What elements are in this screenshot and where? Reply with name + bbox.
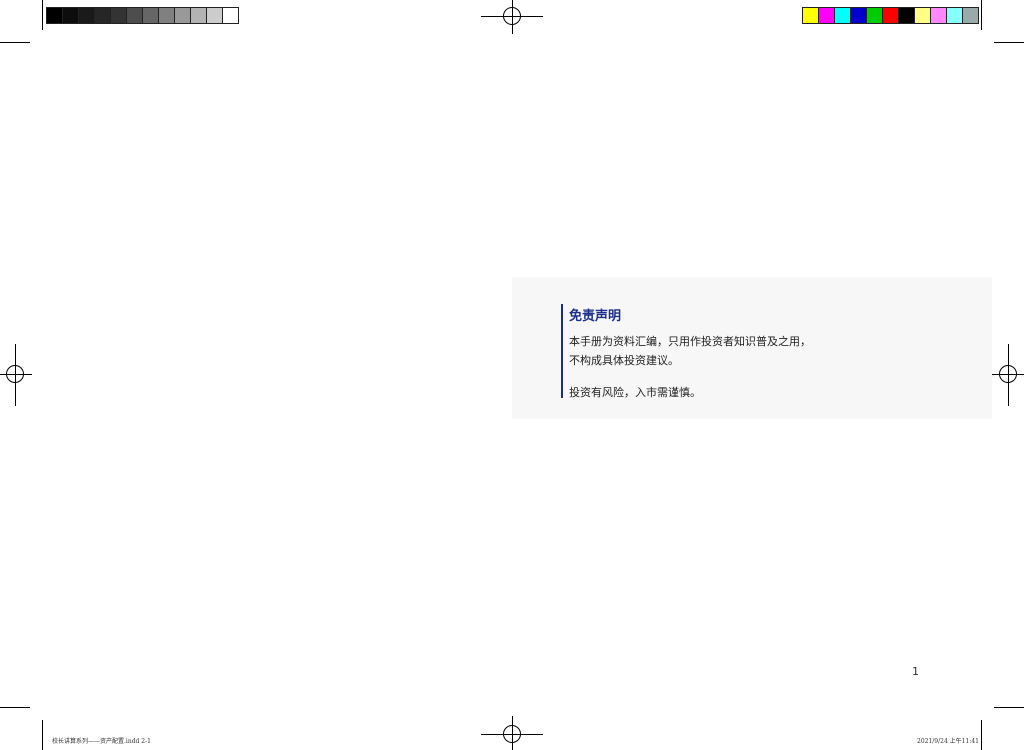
color-swatch (159, 7, 175, 24)
color-swatch (143, 7, 159, 24)
crop-mark (994, 42, 1024, 43)
footer-file-slug: 校长讲算系列——资产配置.indd 2-1 (52, 738, 151, 745)
color-swatch (915, 7, 931, 24)
footer-date-slug: 2021/9/24 上午11:41 (917, 738, 979, 745)
color-swatch (46, 7, 63, 24)
color-swatch (883, 7, 899, 24)
disclaimer-text-line3: 投资有风险，入市需谨慎。 (569, 386, 701, 399)
crop-mark (42, 720, 43, 750)
crop-mark (42, 0, 43, 30)
color-swatch (111, 7, 127, 24)
color-swatch (819, 7, 835, 24)
disclaimer-text-line2: 不构成具体投资建议。 (569, 354, 679, 367)
color-swatch (191, 7, 207, 24)
color-swatch (207, 7, 223, 24)
color-swatch (127, 7, 143, 24)
crop-mark (994, 707, 1024, 708)
color-swatch (223, 7, 239, 24)
color-swatch (95, 7, 111, 24)
color-swatch (79, 7, 95, 24)
disclaimer-title: 免责声明 (569, 309, 622, 324)
process-color-bar (802, 7, 979, 24)
color-swatch (963, 7, 979, 24)
color-swatch (63, 7, 79, 24)
grayscale-color-bar (46, 7, 239, 24)
color-swatch (175, 7, 191, 24)
color-swatch (802, 7, 819, 24)
color-swatch (835, 7, 851, 24)
disclaimer-text-line1: 本手册为资料汇编，只用作投资者知识普及之用， (569, 335, 811, 348)
page-number: 1 (912, 665, 919, 678)
color-swatch (931, 7, 947, 24)
disclaimer-accent-bar (561, 304, 563, 398)
color-swatch (851, 7, 867, 24)
crop-mark (0, 42, 30, 43)
color-swatch (947, 7, 963, 24)
crop-mark (981, 720, 982, 750)
crop-mark (981, 0, 982, 30)
color-swatch (899, 7, 915, 24)
color-swatch (867, 7, 883, 24)
crop-mark (0, 707, 30, 708)
